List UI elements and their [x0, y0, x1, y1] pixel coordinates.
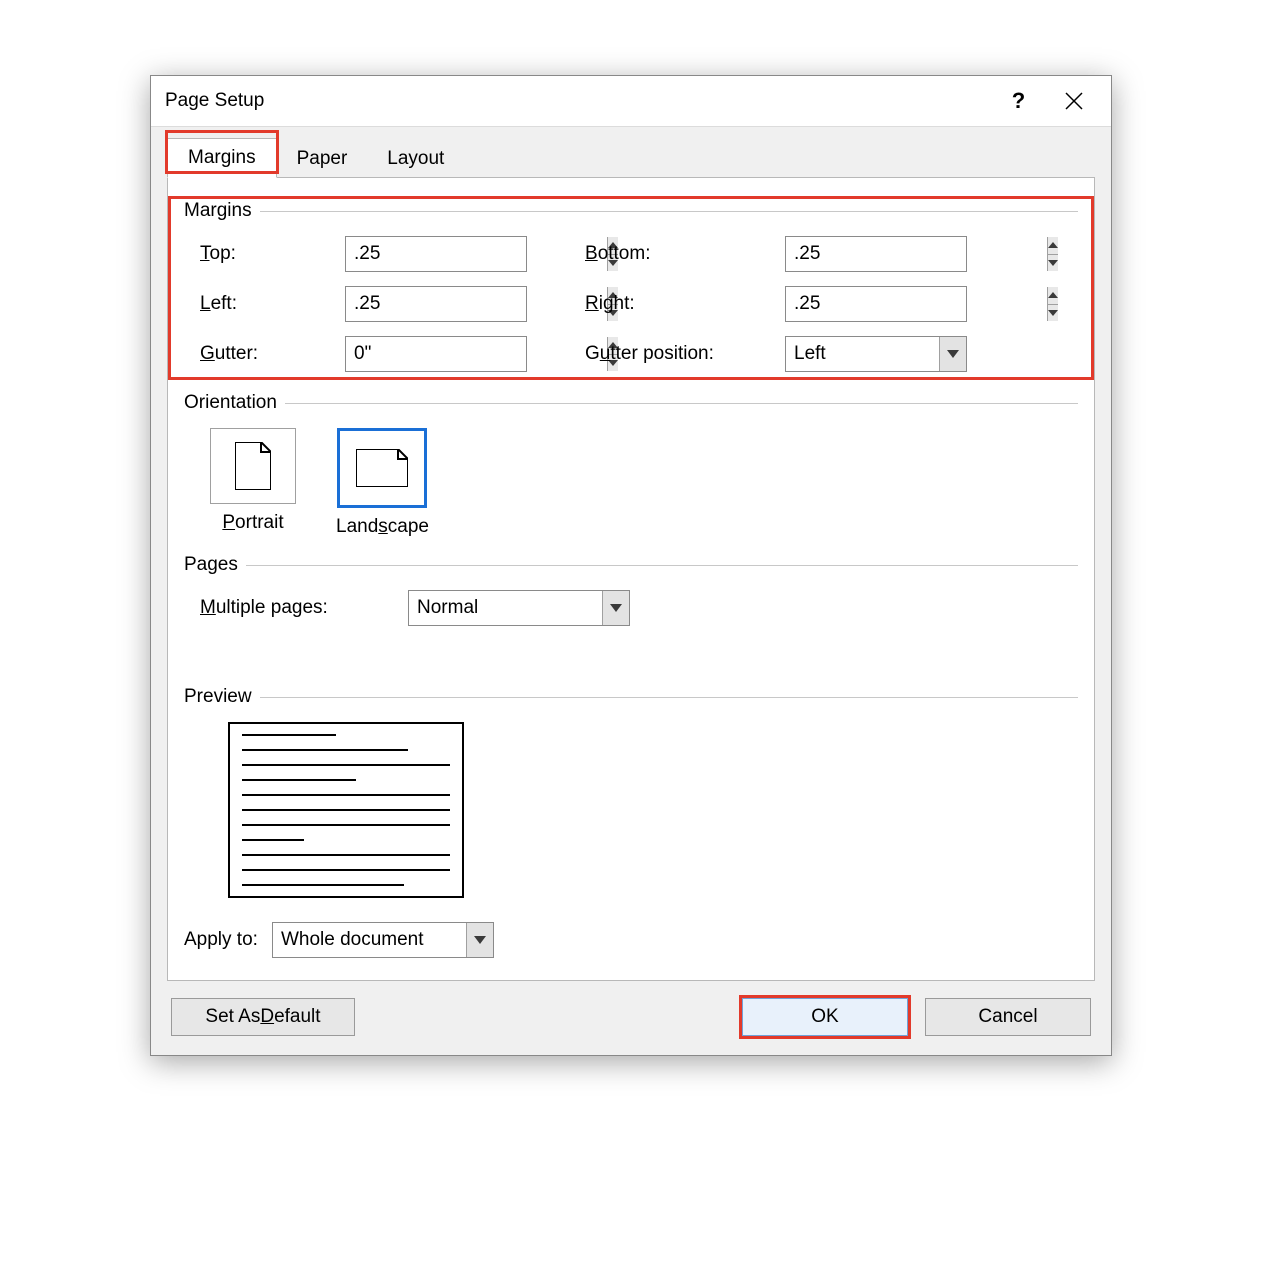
landscape-page-icon: [356, 449, 408, 487]
tab-content: Margins Top: Bottom:: [167, 178, 1095, 981]
left-input[interactable]: [346, 287, 607, 321]
tab-margins-label: Margins: [188, 147, 256, 168]
preview-thumbnail: [228, 722, 464, 898]
dropdown-button[interactable]: [939, 337, 966, 371]
orientation-section-label: Orientation: [184, 392, 1078, 414]
cancel-label: Cancel: [978, 1006, 1037, 1028]
right-input[interactable]: [786, 287, 1047, 321]
apply-to-row: Apply to: Whole document: [184, 922, 1078, 958]
tab-paper-label: Paper: [297, 148, 348, 169]
tab-margins[interactable]: Margins: [167, 138, 277, 178]
margins-section-text: Margins: [184, 200, 252, 222]
portrait-page-icon: [235, 442, 271, 490]
top-label: Top:: [200, 243, 345, 265]
bottom-label: Bottom:: [585, 243, 785, 265]
right-label: Right:: [585, 293, 785, 315]
titlebar: Page Setup ?: [151, 76, 1111, 126]
section-divider: [260, 697, 1078, 698]
margins-grid: Top: Bottom:: [200, 236, 1078, 372]
close-button[interactable]: [1046, 81, 1101, 121]
pages-row: Multiple pages: Normal: [200, 590, 1078, 626]
bottom-spin-up[interactable]: [1048, 237, 1058, 255]
orientation-portrait[interactable]: Portrait: [210, 428, 296, 538]
gutter-position-label: Gutter position:: [585, 343, 785, 365]
gutter-input[interactable]: [346, 337, 607, 371]
dropdown-button[interactable]: [602, 591, 629, 625]
portrait-icon-box: [210, 428, 296, 504]
dialog-body: Margins Paper Layout Margins Top:: [151, 126, 1111, 1055]
close-icon: [1065, 92, 1083, 110]
gutter-position-value: Left: [786, 343, 939, 365]
ok-button[interactable]: OK: [742, 998, 908, 1036]
chevron-down-icon: [947, 350, 959, 358]
margins-section: Margins Top: Bottom:: [184, 200, 1078, 372]
right-spin-down[interactable]: [1048, 305, 1058, 322]
tab-layout-label: Layout: [387, 148, 444, 169]
gutter-spinner[interactable]: [345, 336, 527, 372]
section-divider: [260, 211, 1078, 212]
top-spinner[interactable]: [345, 236, 527, 272]
orientation-section-text: Orientation: [184, 392, 277, 414]
chevron-down-icon: [610, 604, 622, 612]
ok-label: OK: [811, 1006, 838, 1028]
top-input[interactable]: [346, 237, 607, 271]
left-spinner[interactable]: [345, 286, 527, 322]
pages-section-text: Pages: [184, 554, 238, 576]
pages-section-label: Pages: [184, 554, 1078, 576]
tab-paper[interactable]: Paper: [277, 140, 368, 178]
multiple-pages-value: Normal: [409, 597, 602, 619]
multiple-pages-label: Multiple pages:: [200, 597, 390, 619]
orientation-row: Portrait Landscape: [210, 428, 1078, 538]
apply-to-select[interactable]: Whole document: [272, 922, 494, 958]
right-spin-up[interactable]: [1048, 287, 1058, 305]
bottom-spinner[interactable]: [785, 236, 967, 272]
tab-layout[interactable]: Layout: [367, 140, 464, 178]
left-label: Left:: [200, 293, 345, 315]
preview-section-text: Preview: [184, 686, 252, 708]
page-setup-dialog: Page Setup ? Margins Paper Layout: [150, 75, 1112, 1056]
gutter-position-select[interactable]: Left: [785, 336, 967, 372]
section-divider: [285, 403, 1078, 404]
chevron-down-icon: [474, 936, 486, 944]
apply-to-label: Apply to:: [184, 929, 258, 951]
landscape-icon-box: [337, 428, 427, 508]
help-button[interactable]: ?: [991, 81, 1046, 121]
cancel-button[interactable]: Cancel: [925, 998, 1091, 1036]
tab-strip: Margins Paper Layout: [167, 127, 1095, 178]
set-as-default-button[interactable]: Set As Default: [171, 998, 355, 1036]
portrait-label: Portrait: [222, 512, 283, 534]
apply-to-value: Whole document: [273, 929, 466, 951]
orientation-landscape[interactable]: Landscape: [336, 428, 429, 538]
landscape-label: Landscape: [336, 516, 429, 538]
gutter-label: Gutter:: [200, 343, 345, 365]
dialog-footer: Set As Default OK Cancel: [167, 981, 1095, 1039]
preview-section-label: Preview: [184, 686, 1078, 708]
bottom-input[interactable]: [786, 237, 1047, 271]
section-divider: [246, 565, 1078, 566]
dropdown-button[interactable]: [466, 923, 493, 957]
bottom-spin-down[interactable]: [1048, 255, 1058, 272]
dialog-title: Page Setup: [165, 90, 991, 112]
right-spinner[interactable]: [785, 286, 967, 322]
margins-section-label: Margins: [184, 200, 1078, 222]
ok-button-wrap: OK: [739, 995, 911, 1039]
multiple-pages-select[interactable]: Normal: [408, 590, 630, 626]
